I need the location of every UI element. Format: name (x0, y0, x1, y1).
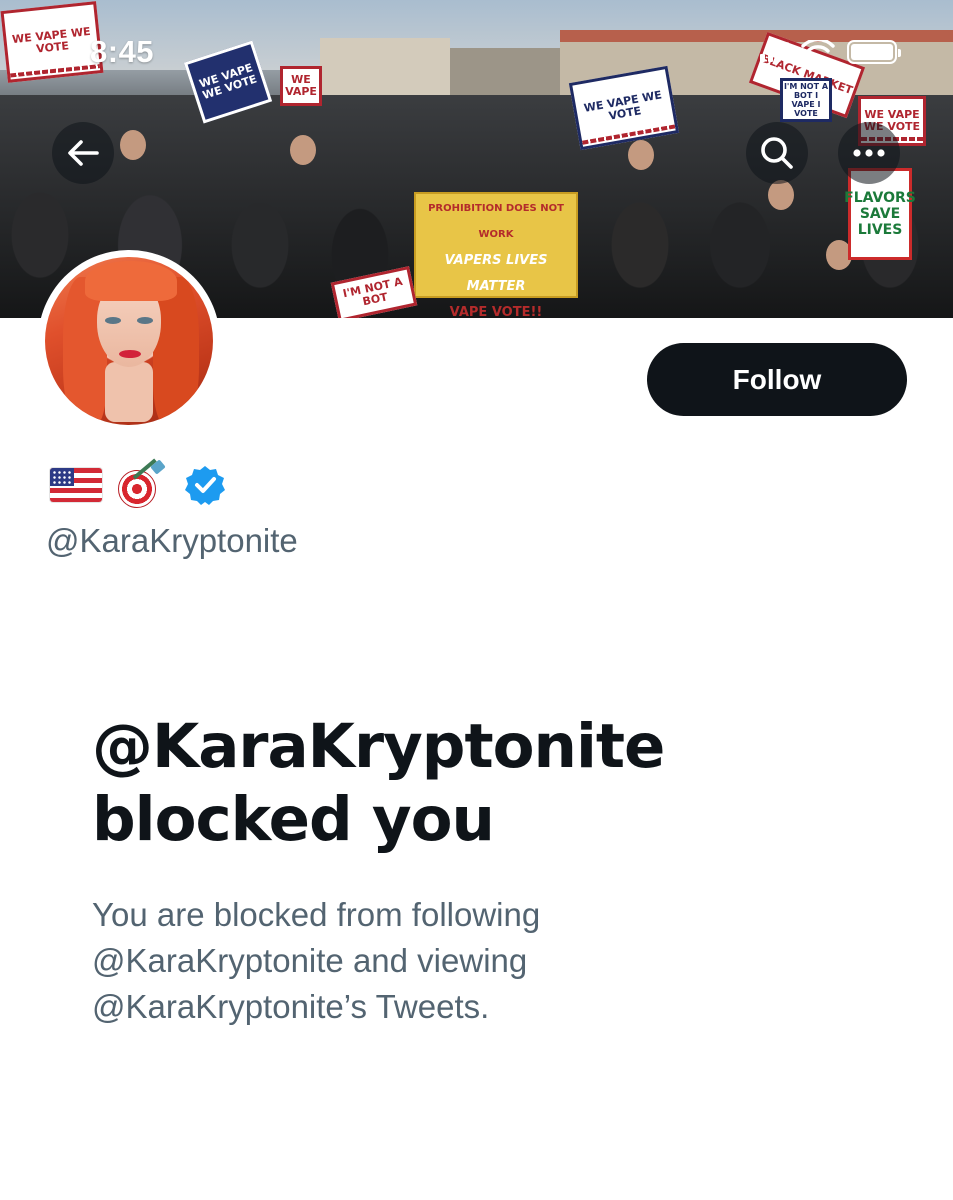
banner-person (120, 130, 146, 160)
more-horizontal-icon (853, 149, 885, 157)
blocked-description-line: You are blocked from following (92, 896, 541, 933)
cellular-signal-icon (760, 42, 789, 62)
battery-icon (847, 40, 901, 64)
protest-sign: I'M NOT A BOT I VAPE I VOTE (780, 78, 832, 122)
protest-sign: WE VAPE (280, 66, 322, 106)
verified-badge-icon[interactable] (184, 464, 226, 506)
blocked-description-line: @KaraKryptonite and viewing (92, 942, 528, 979)
banner-person (768, 180, 794, 210)
status-time: 8:45 (90, 34, 155, 69)
wifi-icon (801, 40, 835, 62)
search-icon (761, 137, 793, 169)
us-flag-icon (50, 468, 102, 502)
blocked-title-line: @KaraKryptonite (92, 711, 665, 782)
protest-sign: WE VAPE WE VOTE (0, 1, 104, 83)
more-button[interactable] (838, 122, 900, 184)
follow-button[interactable]: Follow (647, 343, 907, 416)
status-icons (760, 40, 901, 64)
blocked-title: @KaraKryptonite blocked you (92, 710, 892, 856)
avatar-photo (45, 257, 213, 425)
dart-target-icon (112, 458, 166, 508)
profile-name-badges (50, 458, 226, 508)
banner-person (628, 140, 654, 170)
blocked-description-line: @KaraKryptonite’s Tweets. (92, 988, 490, 1025)
protest-banner: PROHIBITION DOES NOT WORK VAPERS LIVES M… (414, 192, 578, 318)
profile-handle: @KaraKryptonite (46, 522, 298, 559)
banner-person (290, 135, 316, 165)
blocked-title-line: blocked you (92, 784, 495, 855)
arrow-left-icon (68, 140, 99, 166)
blocked-description: You are blocked from following @KaraKryp… (92, 892, 852, 1030)
profile-avatar[interactable] (38, 250, 220, 432)
back-button[interactable] (52, 122, 114, 184)
search-button[interactable] (746, 122, 808, 184)
